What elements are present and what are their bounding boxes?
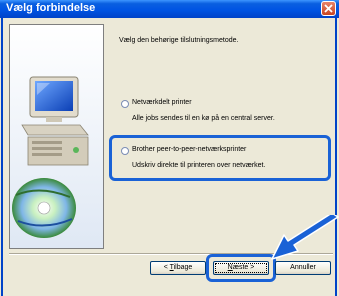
dialog-window: Vælg forbindelse Vælg den behørige tilsl… bbox=[0, 0, 339, 296]
option-peer-to-peer-label[interactable]: Brother peer-to-peer-netværksprinter bbox=[132, 146, 246, 153]
title-bar[interactable]: Vælg forbindelse bbox=[0, 0, 339, 18]
option-network-shared-label[interactable]: Netværkdelt printer bbox=[132, 99, 192, 106]
window-title: Vælg forbindelse bbox=[6, 2, 96, 14]
monitor-icon bbox=[29, 76, 79, 122]
instruction-text: Vælg den behørige tilslutningsmetode. bbox=[119, 37, 239, 44]
option-network-shared-description: Alle jobs sendes til en kø på en central… bbox=[132, 115, 275, 122]
highlight-peer-to-peer bbox=[109, 135, 331, 181]
back-button[interactable]: < Tilbage bbox=[150, 261, 206, 275]
computer-network-illustration bbox=[10, 25, 103, 248]
radio-network-shared[interactable] bbox=[121, 100, 129, 108]
wizard-illustration-panel bbox=[9, 24, 104, 249]
next-button[interactable]: Næste > bbox=[213, 261, 269, 275]
cd-disc-icon bbox=[12, 178, 76, 238]
close-button[interactable] bbox=[321, 1, 336, 16]
close-icon bbox=[324, 4, 333, 13]
next-button-label: æste > bbox=[232, 264, 255, 271]
radio-peer-to-peer[interactable] bbox=[121, 147, 129, 155]
back-button-label: ilbage bbox=[173, 264, 193, 271]
computer-tower-icon bbox=[27, 136, 89, 166]
option-peer-to-peer-description: Udskriv direkte til printeren over netvæ… bbox=[132, 162, 266, 169]
pointer-arrow-icon bbox=[271, 215, 339, 260]
